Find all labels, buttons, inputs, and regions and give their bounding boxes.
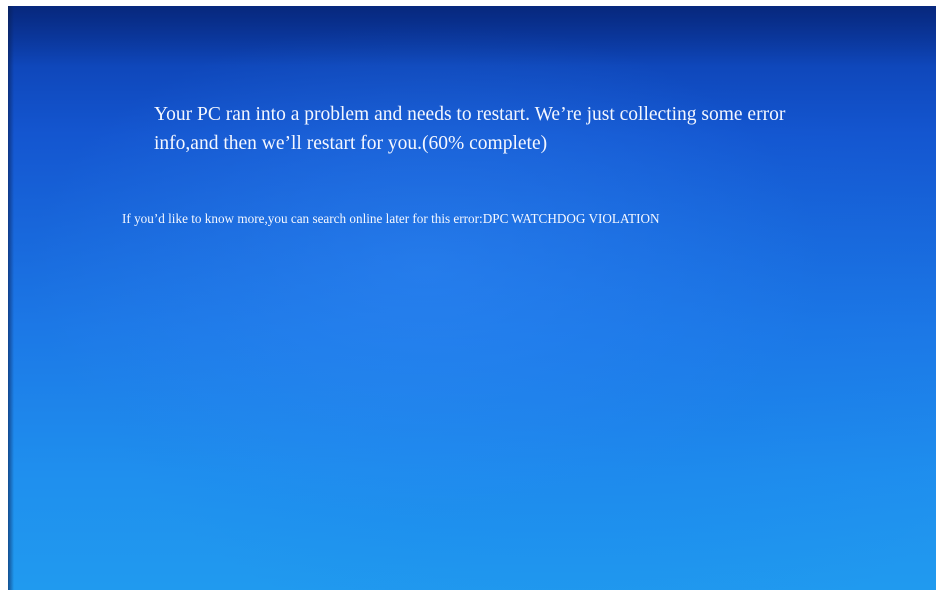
- error-message-line-2: info,and then we’ll restart for you.(60%…: [154, 133, 548, 154]
- photo-frame: Your PC ran into a problem and needs to …: [0, 0, 942, 590]
- error-message-line-1: Your PC ran into a problem and needs to …: [154, 104, 786, 125]
- more-info-text: If you’d like to know more,you can searc…: [122, 211, 660, 226]
- photo-border: [936, 0, 942, 590]
- error-message: Your PC ran into a problem and needs to …: [154, 100, 884, 158]
- blue-screen-error: Your PC ran into a problem and needs to …: [8, 6, 936, 590]
